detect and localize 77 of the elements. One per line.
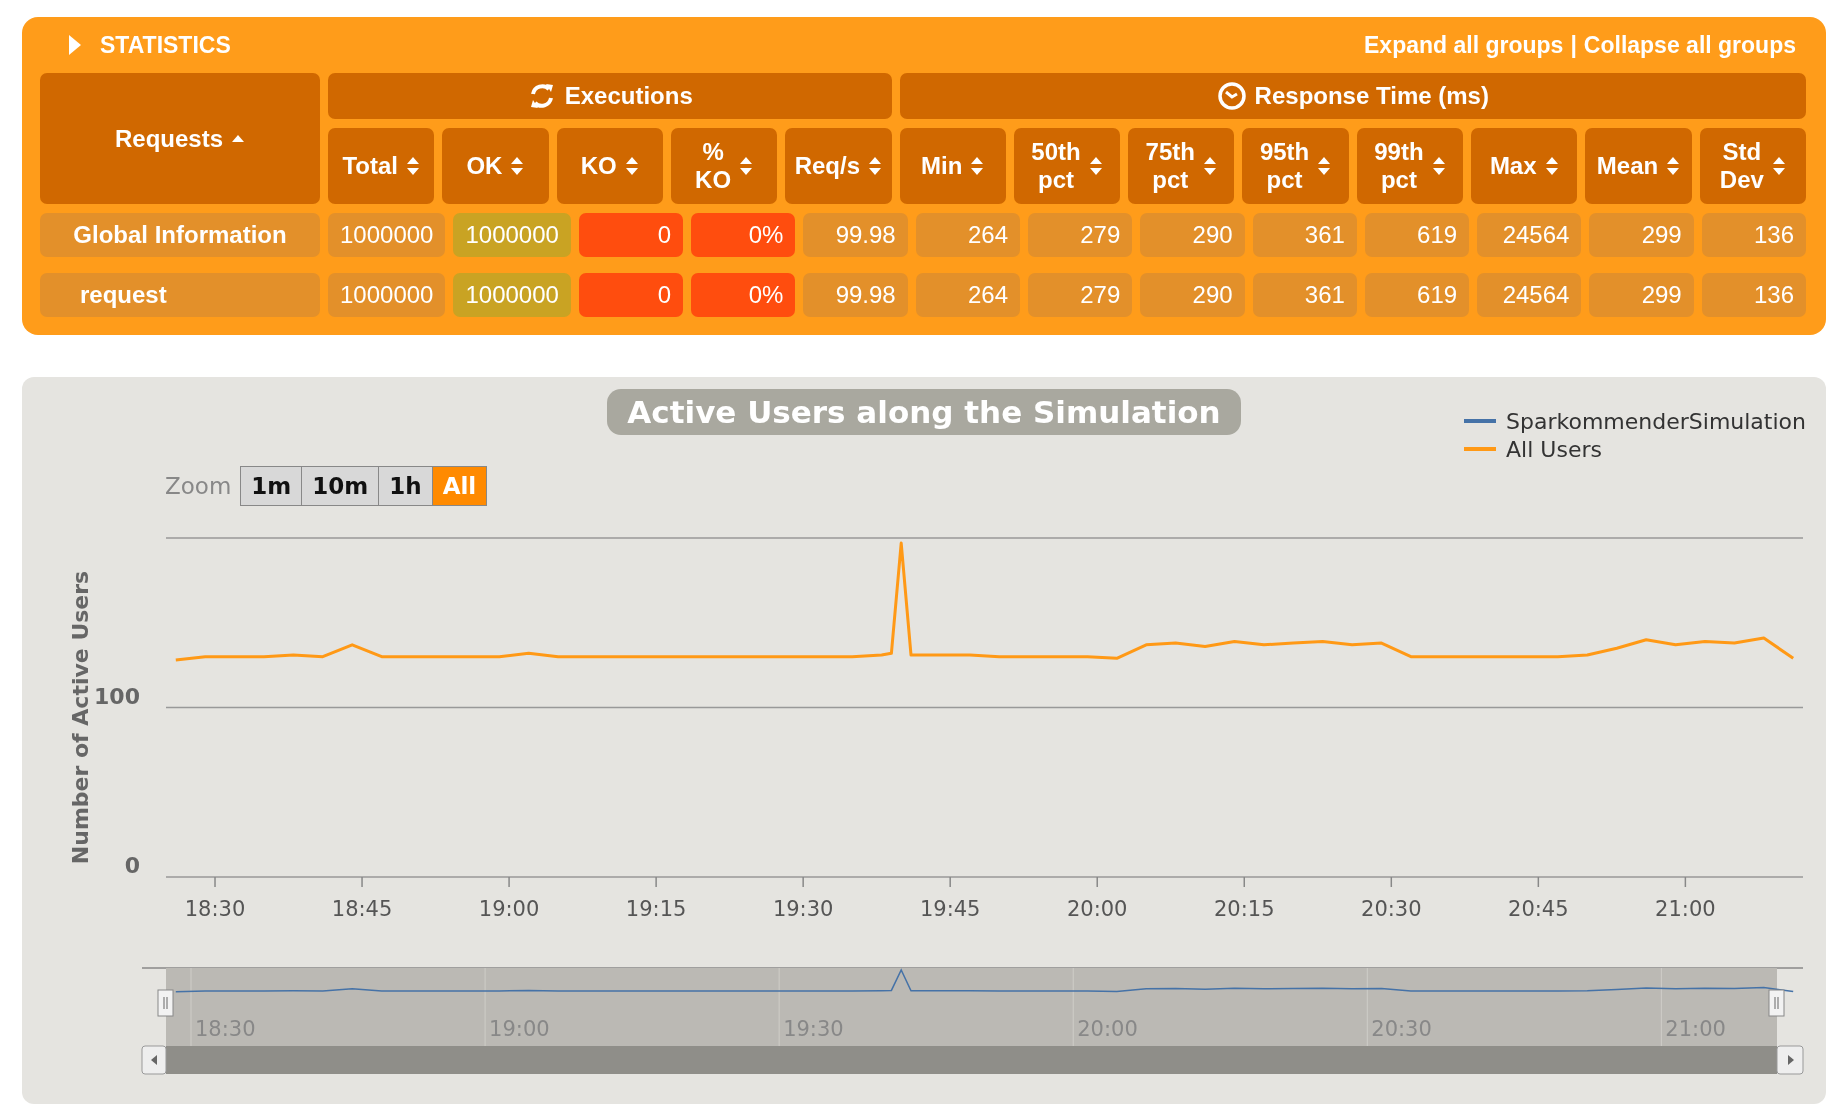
column-header[interactable]: 99th pct <box>1356 128 1464 204</box>
column-header[interactable]: Req/s <box>785 128 892 204</box>
clock-icon <box>1216 81 1247 111</box>
x-tick-label: 19:00 <box>478 897 540 921</box>
column-header[interactable]: % KO <box>670 128 778 204</box>
column-header[interactable]: 95th pct <box>1242 128 1349 204</box>
table-cell: 361 <box>1252 213 1357 257</box>
table-cell: 290 <box>1140 273 1245 317</box>
x-tick-label: 20:15 <box>1214 897 1275 921</box>
scroll-left-button[interactable] <box>141 1045 167 1075</box>
scroll-right-button[interactable] <box>1776 1045 1804 1075</box>
y-tick-label: 0 <box>124 853 140 878</box>
x-tick-label: 20:00 <box>1066 897 1128 921</box>
x-tick-label: 19:30 <box>772 897 834 921</box>
legend-label[interactable]: SparkommenderSimulation <box>1506 408 1806 434</box>
table-cell: 1000000 <box>453 273 571 317</box>
group-toggle-link[interactable]: Expand all groups <box>1364 31 1564 59</box>
table-cell: 290 <box>1140 213 1245 257</box>
column-header[interactable]: Mean <box>1585 128 1692 204</box>
chart-title: Active Users along the Simulation <box>607 389 1241 435</box>
table-cell: 1000000 <box>328 273 446 317</box>
table-cell: 299 <box>1589 213 1694 257</box>
table-cell: 24564 <box>1477 273 1582 317</box>
x-tick-label: 18:30 <box>184 897 246 921</box>
table-cell: 99.98 <box>803 273 908 317</box>
table-cell: 1000000 <box>328 213 446 257</box>
zoom-button[interactable]: 1m <box>240 466 303 506</box>
table-cell: 264 <box>915 213 1020 257</box>
link-separator: | <box>1570 31 1577 59</box>
column-header[interactable]: 75th pct <box>1128 128 1235 204</box>
table-cell: 24564 <box>1477 213 1582 257</box>
table-cell: 1000000 <box>453 213 571 257</box>
table-cell: 99.98 <box>803 213 908 257</box>
request-name: Global Information <box>40 213 320 257</box>
table-cell: 279 <box>1028 213 1133 257</box>
table-cell: 619 <box>1364 273 1470 317</box>
request-name: request <box>40 273 320 317</box>
zoom-button[interactable]: 1h <box>378 466 433 506</box>
x-tick-label: 19:15 <box>625 897 687 921</box>
x-tick-label: 21:00 <box>1655 897 1716 921</box>
column-header[interactable]: 50th pct <box>1013 128 1121 204</box>
x-tick-label: 18:45 <box>331 897 393 921</box>
y-tick-label: 100 <box>94 683 140 709</box>
table-cell: 0 <box>578 213 684 257</box>
zoom-button[interactable]: 10m <box>301 466 380 506</box>
group-title: Response Time (ms) <box>1254 82 1489 110</box>
section-title: STATISTICS <box>100 31 231 59</box>
scrollbar-thumb[interactable] <box>166 1046 1777 1074</box>
x-tick-label: 20:45 <box>1508 897 1569 921</box>
column-header[interactable]: OK <box>442 128 549 204</box>
zoom-button[interactable]: All <box>431 466 488 506</box>
table-cell: 279 <box>1028 273 1133 317</box>
column-header[interactable]: Min <box>899 128 1006 204</box>
column-header[interactable]: Total <box>328 128 435 204</box>
table-cell: 0% <box>691 213 796 257</box>
legend-label[interactable]: All Users <box>1506 436 1602 462</box>
range-handle[interactable] <box>1768 989 1785 1017</box>
group-toggle-link[interactable]: Collapse all groups <box>1583 31 1796 59</box>
column-header[interactable]: Max <box>1471 128 1578 204</box>
range-handle[interactable] <box>157 989 174 1017</box>
table-cell: 299 <box>1589 273 1694 317</box>
table-cell: 619 <box>1364 213 1470 257</box>
column-header[interactable]: KO <box>556 128 663 204</box>
column-header[interactable]: Std Dev <box>1699 128 1806 204</box>
table-cell: 264 <box>915 273 1020 317</box>
table-cell: 0 <box>578 273 684 317</box>
column-header[interactable]: Requests <box>40 73 320 204</box>
table-cell: 0% <box>691 273 796 317</box>
table-cell: 136 <box>1701 213 1806 257</box>
zoom-label: Zoom <box>165 473 232 499</box>
x-tick-label: 20:30 <box>1361 897 1422 921</box>
table-cell: 361 <box>1252 273 1357 317</box>
y-axis-title: Number of Active Users <box>68 570 93 865</box>
x-tick-label: 19:45 <box>919 897 981 921</box>
table-cell: 136 <box>1701 273 1806 317</box>
expand-toggle-icon[interactable] <box>68 34 82 56</box>
group-title: Executions <box>564 82 693 110</box>
